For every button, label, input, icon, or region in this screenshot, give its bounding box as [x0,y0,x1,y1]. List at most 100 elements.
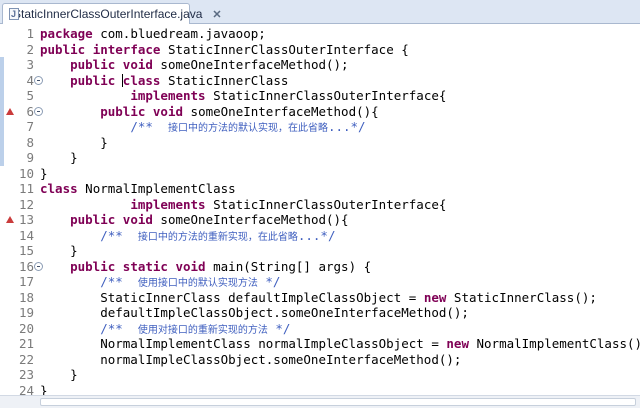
code-line: } [40,166,48,182]
keyword-token: class [40,181,78,196]
code-token: someOneInterfaceMethod(){ [183,103,379,119]
keyword-token: void [152,103,184,119]
line-number: 15 [18,243,34,258]
comment-token: 接口中的方法的默认实现，在此省略 [167,123,328,134]
code-line: public void someOneInterfaceMethod(); [40,57,348,73]
code-area[interactable]: package com.bluedream.javaoop; public int… [40,24,640,398]
line-number: 16 [18,258,34,274]
code-token: } [40,134,108,150]
code-token: } [40,150,78,165]
keyword-token: new [446,336,469,351]
keyword-token: public [70,72,116,88]
line-number: 18 [18,289,34,305]
line-number: 20 [18,320,34,336]
code-line: public void someOneInterfaceMethod(){ [40,103,379,120]
code-line: public void someOneInterfaceMethod(){ [40,212,349,228]
code-line: public interface StaticInnerClassOuterIn… [40,42,409,58]
comment-token: */ [267,320,291,336]
code-token: main(String[] args) { [205,258,372,274]
code-line: class NormalImplementClass [40,181,236,197]
code-line: normalImpleClassObject.someOneInterfaceM… [40,352,461,368]
line-number: 2 [26,41,34,57]
line-number: 10 [18,165,34,181]
line-number: 19 [18,305,34,320]
code-line: public class StaticInnerClass [40,73,288,89]
keyword-token: public [40,41,86,57]
comment-token: /** [100,227,138,243]
editor-tab[interactable]: J StaticInnerClassOuterInterface.java ✕ [2,3,222,24]
line-number: 23 [18,367,34,382]
java-editor: J StaticInnerClassOuterInterface.java ✕ … [0,0,640,408]
code-line: NormalImplementClass normalImpleClassObj… [40,336,640,352]
code-line: public static void main(String[] args) { [40,259,371,275]
line-number: 5 [26,88,34,103]
line-number: 21 [18,336,34,351]
code-line: /** 接口中的方法的重新实现，在此省略...*/ [40,227,336,244]
keyword-token: void [175,258,206,274]
keyword-token: static [122,258,168,274]
code-line: implements StaticInnerClassOuterInterfac… [40,88,446,104]
code-token: StaticInnerClass [160,72,289,88]
comment-token: /** [100,320,138,336]
keyword-token: class [122,72,161,88]
code-line: /** 使用对接口的重新实现的方法 */ [40,321,290,337]
code-line: package com.bluedream.javaoop; [40,26,266,42]
code-token: com.bluedream.javaoop; [92,26,266,41]
override-marker-icon [6,216,14,223]
code-line: } [40,150,78,166]
overview-ruler [0,24,5,408]
scrollbar-thumb[interactable] [40,398,636,406]
line-number: 7 [26,119,34,134]
close-icon[interactable]: ✕ [212,8,221,21]
code-token: } [40,165,48,181]
keyword-token: interface [92,41,161,57]
ruler-range-marker [0,57,4,166]
code-line: } [40,367,78,383]
keyword-token: public [70,212,116,227]
keyword-token: void [122,57,153,72]
code-token: NormalImplementClass [77,181,236,196]
line-number: 8 [26,134,34,150]
keyword-token: public [100,103,146,119]
code-token: NormalImplementClass(); [468,336,640,351]
code-token: normalImpleClassObject.someOneInterfaceM… [40,351,462,367]
code-token: StaticInnerClass defaultImpleClassObject… [40,289,424,305]
line-number: 1 [26,26,34,41]
line-number: 3 [26,57,34,72]
code-token: StaticInnerClassOuterInterface{ [205,196,447,212]
code-token: NormalImplementClass normalImpleClassObj… [40,336,447,351]
keyword-token: void [122,212,153,227]
comment-token: ...*/ [327,119,366,134]
code-token: defaultImpleClassObject.someOneInterface… [40,305,469,320]
comment-token: /** [100,274,138,289]
horizontal-scrollbar[interactable] [0,395,640,408]
line-number: 11 [18,181,34,196]
comment-token: ...*/ [297,227,336,243]
line-number: 12 [18,196,34,212]
comment-token: 接口中的方法的重新实现，在此省略 [137,231,298,243]
line-number: 22 [18,351,34,367]
code-token: StaticInnerClass(); [446,289,597,305]
editor-tab-bar: J StaticInnerClassOuterInterface.java ✕ [0,0,640,24]
line-number: 9 [26,150,34,165]
keyword-token: public [70,258,116,274]
line-number: 17 [18,274,34,289]
keyword-token: new [423,289,447,305]
code-line: implements StaticInnerClassOuterInterfac… [40,197,446,213]
line-number: 4 [26,72,34,88]
code-token: someOneInterfaceMethod(){ [152,212,349,227]
line-number-gutter: 1 2 3 4 5 6 7 8 9 10 11 12 13 14 15 16 17 18 19 20 21 22 23 24 [0,24,43,408]
comment-token: 使用接口中的默认实现方法 [137,278,258,289]
